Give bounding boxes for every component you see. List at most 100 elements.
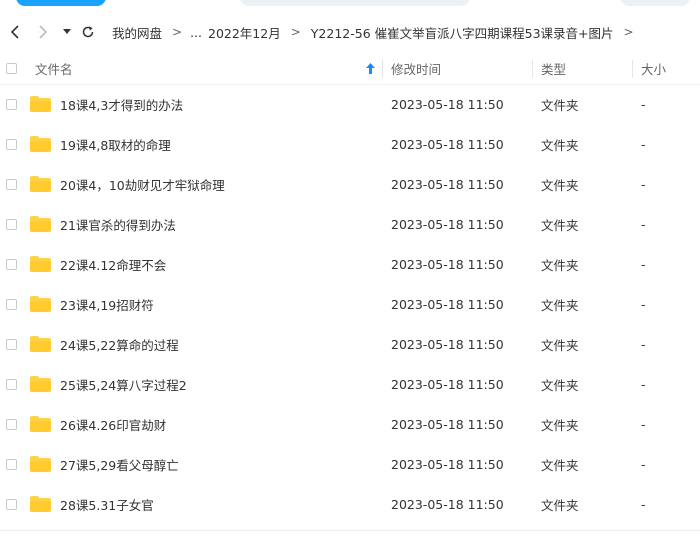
folder-icon: [30, 336, 51, 352]
breadcrumb-item-month[interactable]: 2022年12月: [208, 23, 281, 42]
table-row[interactable]: 20课4，10劫财见才牢狱命理 2023-05-18 11:50 文件夹 -: [0, 164, 700, 204]
file-type: 文件夹: [541, 177, 579, 193]
table-row[interactable]: 26课4.26印官劫财 2023-05-18 11:50 文件夹 -: [0, 404, 700, 444]
file-type: 文件夹: [541, 457, 579, 473]
folder-icon: [30, 136, 51, 152]
row-checkbox[interactable]: [6, 338, 17, 350]
history-dropdown-button[interactable]: [60, 14, 74, 50]
file-type: 文件夹: [541, 97, 579, 113]
row-checkbox[interactable]: [6, 98, 17, 110]
table-row[interactable]: 19课4,8取材的命理 2023-05-18 11:50 文件夹 -: [0, 124, 700, 164]
file-type: 文件夹: [541, 337, 579, 353]
table-row[interactable]: 27课5,29看父母醇亡 2023-05-18 11:50 文件夹 -: [0, 444, 700, 484]
toolbar-pill-right[interactable]: [620, 0, 690, 6]
file-size: -: [641, 136, 646, 152]
column-divider[interactable]: [632, 60, 633, 78]
row-checkbox[interactable]: [6, 498, 17, 510]
file-size: -: [641, 216, 646, 232]
breadcrumb-separator[interactable]: >: [624, 25, 634, 39]
header-modified[interactable]: 修改时间: [391, 52, 441, 84]
refresh-icon: [82, 26, 94, 38]
breadcrumb-item-root[interactable]: 我的网盘: [112, 23, 162, 42]
row-checkbox[interactable]: [6, 178, 17, 190]
table-row[interactable]: 25课5,24算八字过程2 2023-05-18 11:50 文件夹 -: [0, 364, 700, 404]
file-name[interactable]: 26课4.26印官劫财: [60, 404, 166, 444]
file-type: 文件夹: [541, 137, 579, 153]
modified-time: 2023-05-18 11:50: [391, 296, 504, 312]
file-size: -: [641, 176, 646, 192]
folder-icon: [30, 416, 51, 432]
row-checkbox[interactable]: [6, 258, 17, 270]
back-button[interactable]: [4, 14, 26, 50]
breadcrumb-separator: >: [172, 25, 183, 39]
file-name[interactable]: 20课4，10劫财见才牢狱命理: [60, 164, 225, 204]
file-size: -: [641, 456, 646, 472]
file-name[interactable]: 18课4,3才得到的办法: [60, 84, 183, 124]
list-bottom-divider: [0, 530, 700, 531]
folder-icon: [30, 296, 51, 312]
row-checkbox[interactable]: [6, 298, 17, 310]
row-checkbox[interactable]: [6, 138, 17, 150]
select-all-checkbox-wrap[interactable]: [6, 52, 17, 84]
breadcrumb-item-ellipsis[interactable]: ...: [190, 25, 202, 40]
file-size: -: [641, 496, 646, 512]
breadcrumb-separator: >: [290, 25, 301, 39]
file-size: -: [641, 376, 646, 392]
file-name[interactable]: 25课5,24算八字过程2: [60, 364, 187, 404]
modified-time: 2023-05-18 11:50: [391, 496, 504, 512]
chevron-right-icon: [39, 25, 48, 39]
modified-time: 2023-05-18 11:50: [391, 376, 504, 392]
modified-time: 2023-05-18 11:50: [391, 416, 504, 432]
select-all-checkbox[interactable]: [6, 62, 17, 74]
file-size: -: [641, 296, 646, 312]
row-checkbox[interactable]: [6, 218, 17, 230]
column-divider[interactable]: [382, 60, 383, 78]
modified-time: 2023-05-18 11:50: [391, 336, 504, 352]
file-name[interactable]: 24课5,22算命的过程: [60, 324, 179, 364]
file-size: -: [641, 96, 646, 112]
modified-time: 2023-05-18 11:50: [391, 176, 504, 192]
table-row[interactable]: 24课5,22算命的过程 2023-05-18 11:50 文件夹 -: [0, 324, 700, 364]
modified-time: 2023-05-18 11:50: [391, 136, 504, 152]
column-divider[interactable]: [532, 60, 533, 78]
row-checkbox[interactable]: [6, 418, 17, 430]
file-type: 文件夹: [541, 417, 579, 433]
file-type: 文件夹: [541, 297, 579, 313]
breadcrumb: 我的网盘 > ... 2022年12月 > Y2212-56 催崔文举盲派八字四…: [112, 14, 644, 50]
file-name[interactable]: 23课4,19招财符: [60, 284, 154, 324]
modified-time: 2023-05-18 11:50: [391, 256, 504, 272]
file-name[interactable]: 28课5.31子女官: [60, 484, 154, 524]
forward-button[interactable]: [32, 14, 54, 50]
table-row[interactable]: 28课5.31子女官 2023-05-18 11:50 文件夹 -: [0, 484, 700, 524]
header-name[interactable]: 文件名: [35, 52, 73, 84]
modified-time: 2023-05-18 11:50: [391, 216, 504, 232]
header-size[interactable]: 大小: [641, 52, 666, 84]
table-row[interactable]: 21课官杀的得到办法 2023-05-18 11:50 文件夹 -: [0, 204, 700, 244]
file-size: -: [641, 336, 646, 352]
file-name[interactable]: 21课官杀的得到办法: [60, 204, 176, 244]
file-name[interactable]: 27课5,29看父母醇亡: [60, 444, 179, 484]
refresh-button[interactable]: [78, 14, 98, 50]
table-row[interactable]: 23课4,19招财符 2023-05-18 11:50 文件夹 -: [0, 284, 700, 324]
modified-time: 2023-05-18 11:50: [391, 456, 504, 472]
file-name[interactable]: 22课4.12命理不会: [60, 244, 166, 284]
file-type: 文件夹: [541, 497, 579, 513]
breadcrumb-item-current[interactable]: Y2212-56 催崔文举盲派八字四期课程53课录音+图片: [311, 23, 614, 42]
toolbar-pill[interactable]: [240, 0, 470, 6]
file-type: 文件夹: [541, 217, 579, 233]
header-type[interactable]: 类型: [541, 52, 566, 84]
folder-icon: [30, 256, 51, 272]
sort-up-arrow-icon[interactable]: [366, 52, 375, 84]
row-checkbox[interactable]: [6, 378, 17, 390]
table-row[interactable]: 22课4.12命理不会 2023-05-18 11:50 文件夹 -: [0, 244, 700, 284]
modified-time: 2023-05-18 11:50: [391, 96, 504, 112]
file-name[interactable]: 19课4,8取材的命理: [60, 124, 171, 164]
file-size: -: [641, 416, 646, 432]
file-type: 文件夹: [541, 377, 579, 393]
folder-icon: [30, 376, 51, 392]
row-checkbox[interactable]: [6, 458, 17, 470]
chevron-left-icon: [10, 25, 19, 39]
upload-button[interactable]: [16, 0, 106, 6]
caret-down-icon: [63, 29, 71, 34]
table-row[interactable]: 18课4,3才得到的办法 2023-05-18 11:50 文件夹 -: [0, 84, 700, 124]
